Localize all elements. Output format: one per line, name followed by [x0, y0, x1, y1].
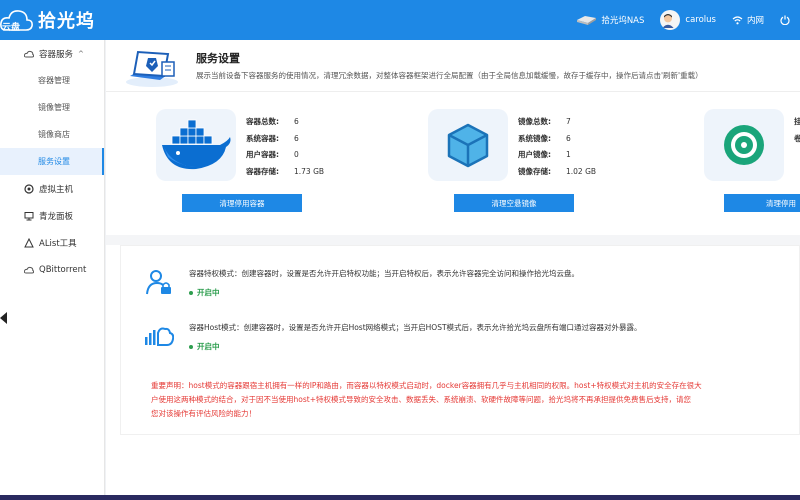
host-mode-status[interactable]: 开启中	[189, 341, 220, 352]
sidebar-item-virtual-host[interactable]: 虚拟主机	[0, 175, 104, 202]
stat-label: 系统镜像:	[518, 133, 551, 143]
top-bar: 云盘 拾光坞 拾光坞NAS carolus 内网	[0, 0, 800, 40]
page-description: 展示当前设备下容器服务的使用情况，清理冗余数据，对整体容器框架进行全局配置（由于…	[196, 71, 703, 80]
sidebar-item-label: QBittorrent	[39, 264, 87, 275]
sidebar-collapse-handle[interactable]	[0, 312, 7, 324]
stat-label: 卷	[794, 133, 800, 143]
stat-label: 容器存储:	[246, 166, 279, 176]
privileged-mode-row: 容器特权模式：创建容器时，设置是否允许开启特权功能；当开启特权后，表示允许容器完…	[143, 266, 800, 306]
app-name: 拾光坞	[38, 11, 95, 32]
stats-section: 容器总数: 6 系统容器: 6 用户容器: 0 容器存储: 1.73 GB 清理停用容器	[106, 93, 800, 213]
section-divider	[106, 235, 800, 245]
stat-value: 7	[566, 117, 571, 126]
sidebar-item-label: 虚拟主机	[39, 184, 74, 195]
avatar	[660, 10, 681, 30]
cloud-network-icon	[143, 320, 175, 352]
stat-label: 系统容器:	[246, 133, 279, 143]
sidebar-item-alist[interactable]: AList工具	[0, 229, 104, 256]
sidebar-item-label: AList工具	[39, 238, 77, 249]
power-icon	[780, 15, 790, 25]
sidebar-item-container-manage[interactable]: 容器管理	[0, 67, 104, 94]
page-header: 服务设置 展示当前设备下容器服务的使用情况，清理冗余数据，对整体容器框架进行全局…	[106, 40, 800, 92]
panel-icon	[24, 211, 34, 220]
stat-value: 1.02 GB	[566, 166, 597, 176]
stat-value: 1.73 GB	[294, 166, 325, 176]
nas-device-icon	[577, 16, 597, 25]
host-mode-description: 容器Host模式：创建容器时，设置是否允许开启Host网络模式；当开启HOST模…	[189, 323, 642, 332]
logo-badge: 云盘	[2, 23, 21, 33]
warning-line: 您对该操作有评估风险的能力！	[151, 409, 256, 418]
cube-icon	[428, 109, 508, 181]
container-stats-card: 容器总数: 6 系统容器: 6 用户容器: 0 容器存储: 1.73 GB 清理停用容器	[156, 109, 356, 214]
stat-label: 用户容器:	[246, 150, 279, 159]
sidebar-group-container-service[interactable]: 容器服务 ^	[0, 40, 104, 67]
qbittorrent-icon	[24, 266, 34, 273]
window-bottom-edge	[0, 495, 800, 500]
device-selector[interactable]: 拾光坞NAS	[575, 14, 644, 26]
network-label: 内网	[746, 16, 764, 26]
stat-label: 用户镜像:	[518, 150, 551, 159]
stat-value: 1	[566, 150, 571, 159]
sidebar-item-qbittorrent[interactable]: QBittorrent	[0, 256, 104, 283]
status-badge: 开启中	[197, 342, 220, 351]
alist-icon	[24, 237, 34, 247]
stat-label: 容器总数:	[246, 117, 279, 126]
privileged-mode-description: 容器特权模式：创建容器时，设置是否允许开启特权功能；当开启特权后，表示允许容器完…	[189, 269, 579, 278]
sidebar-item-qinglong[interactable]: 青龙面板	[0, 202, 104, 229]
disc-icon	[704, 109, 784, 181]
wifi-icon	[732, 15, 743, 24]
page-title: 服务设置	[196, 52, 240, 65]
warning-line: 重要声明：host模式的容器跟宿主机拥有一样的IP和路由，而容器以特权模式启动时…	[151, 381, 702, 390]
mode-settings-panel: 容器特权模式：创建容器时，设置是否允许开启特权功能；当开启特权后，表示允许容器完…	[120, 245, 800, 435]
stat-label: 镜像总数:	[518, 117, 551, 126]
network-status[interactable]: 内网	[732, 14, 764, 26]
settings-illustration-icon	[124, 46, 180, 88]
container-stats: 容器总数: 6 系统容器: 6 用户容器: 0 容器存储: 1.73 GB	[246, 114, 324, 180]
user-menu[interactable]: carolus	[660, 10, 716, 30]
sidebar-item-image-store[interactable]: 镜像商店	[0, 121, 104, 148]
cloud-icon: 云盘	[0, 6, 34, 34]
app-logo[interactable]: 云盘 拾光坞	[0, 0, 95, 40]
privileged-mode-status[interactable]: 开启中	[189, 287, 220, 298]
stat-value: 6	[294, 117, 299, 126]
security-warning: 重要声明：host模式的容器跟宿主机拥有一样的IP和路由，而容器以特权模式启动时…	[151, 379, 800, 421]
sidebar-item-label: 青龙面板	[39, 211, 74, 222]
user-name: carolus	[685, 15, 716, 25]
warning-line: 户使用这两种模式的结合，对于因不当使用host+特权模式导致的安全攻击、数据丢失…	[151, 395, 691, 404]
status-dot-icon	[189, 344, 193, 349]
app-frame: 云盘 拾光坞 拾光坞NAS carolus 内网 容器服务 ^ 容器管理 镜像管…	[0, 0, 800, 495]
stat-label: 镜像存储:	[518, 166, 551, 176]
volume-stats: 挂 卷	[794, 114, 800, 147]
sidebar-item-image-manage[interactable]: 镜像管理	[0, 94, 104, 121]
device-name: 拾光坞NAS	[601, 16, 645, 26]
cloud-service-icon	[24, 50, 34, 57]
sidebar: 容器服务 ^ 容器管理 镜像管理 镜像商店 服务设置 虚拟主机 青龙面板 ALi…	[0, 40, 105, 495]
clean-dangling-images-button[interactable]: 清理空悬镜像	[454, 194, 574, 212]
stat-label: 挂	[794, 117, 800, 126]
stat-value: 6	[294, 133, 299, 143]
stat-value: 6	[566, 133, 571, 143]
main-content: 服务设置 展示当前设备下容器服务的使用情况，清理冗余数据，对整体容器框架进行全局…	[106, 40, 800, 495]
image-stats-card: 镜像总数: 7 系统镜像: 6 用户镜像: 1 镜像存储: 1.02 GB 清理空悬镜像	[428, 109, 628, 214]
user-lock-icon	[143, 266, 175, 298]
virtual-host-icon	[24, 183, 34, 194]
clean-stopped-volumes-button[interactable]: 清理停用	[724, 194, 800, 212]
stat-value: 0	[294, 150, 299, 159]
sidebar-group-label: 容器服务	[39, 49, 74, 60]
clean-stopped-containers-button[interactable]: 清理停用容器	[182, 194, 302, 212]
chevron-up-icon: ^	[78, 49, 84, 58]
sidebar-item-service-settings[interactable]: 服务设置	[0, 148, 104, 175]
docker-whale-icon	[156, 109, 236, 181]
volume-stats-card: 挂 卷 清理停用	[704, 109, 800, 214]
image-stats: 镜像总数: 7 系统镜像: 6 用户镜像: 1 镜像存储: 1.02 GB	[518, 114, 596, 180]
status-dot-icon	[189, 290, 193, 295]
power-button[interactable]	[780, 15, 794, 25]
status-badge: 开启中	[197, 288, 220, 297]
host-mode-row: 容器Host模式：创建容器时，设置是否允许开启Host网络模式；当开启HOST模…	[143, 320, 800, 360]
